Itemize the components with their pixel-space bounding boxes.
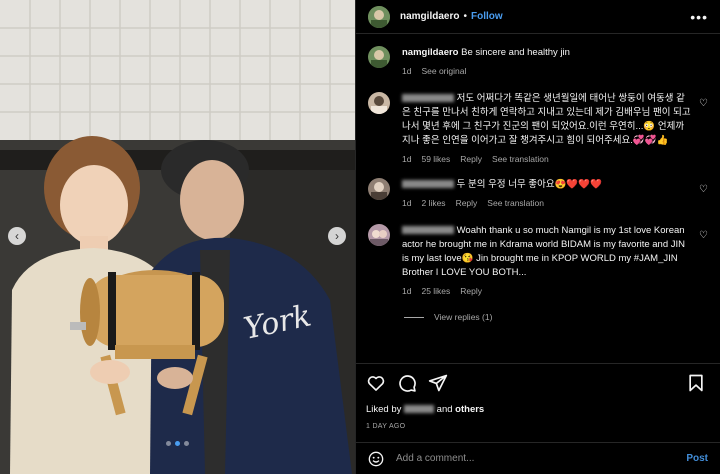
post-header: namgildaero • Follow ••• bbox=[356, 0, 720, 34]
view-replies-label: View replies (1) bbox=[434, 312, 493, 322]
chevron-right-icon[interactable]: › bbox=[328, 227, 346, 245]
comment-username-hidden[interactable] bbox=[402, 180, 454, 189]
heart-icon[interactable]: ♡ bbox=[699, 98, 708, 109]
see-original-button[interactable]: See original bbox=[421, 64, 466, 78]
see-translation-button[interactable]: See translation bbox=[487, 196, 544, 210]
avatar[interactable] bbox=[368, 5, 390, 28]
view-replies-button[interactable]: View replies (1) bbox=[404, 312, 712, 322]
see-translation-button[interactable]: See translation bbox=[492, 152, 549, 166]
heart-icon[interactable]: ♡ bbox=[699, 184, 708, 195]
caption-text: Be sincere and healthy jin bbox=[461, 47, 570, 58]
list-item: 저도 어쩌다가 똑같은 생년월일에 태어난 쌍둥이 여동생 같은 친구를 만나서… bbox=[368, 92, 712, 166]
carousel-dot bbox=[166, 441, 171, 446]
comments-list: namgildaero Be sincere and healthy jin 1… bbox=[368, 46, 712, 322]
avatar[interactable] bbox=[368, 178, 390, 200]
comment-icon[interactable] bbox=[397, 373, 417, 393]
follow-button[interactable]: Follow bbox=[471, 11, 503, 22]
comment-likes[interactable]: 2 likes bbox=[421, 196, 445, 210]
liked-by-user-hidden[interactable] bbox=[404, 405, 435, 414]
comment-likes[interactable]: 25 likes bbox=[421, 284, 450, 298]
comment-text: 두 분의 우정 너무 좋아요😍❤️❤️❤️ bbox=[456, 179, 602, 190]
more-options-icon[interactable]: ••• bbox=[690, 9, 708, 25]
post-actions: Liked by and others 1 DAY AGO bbox=[356, 363, 720, 430]
share-icon[interactable] bbox=[428, 373, 448, 393]
comment-username-hidden[interactable] bbox=[402, 226, 454, 235]
emoji-icon[interactable] bbox=[368, 451, 384, 467]
liked-by-prefix: Liked by bbox=[366, 404, 402, 415]
avatar[interactable] bbox=[368, 224, 390, 246]
comment-time: 1d bbox=[402, 286, 412, 296]
post-photo[interactable]: York ‹ › bbox=[0, 0, 355, 474]
bookmark-icon[interactable] bbox=[686, 373, 706, 393]
others-link[interactable]: others bbox=[455, 404, 484, 415]
post-username[interactable]: namgildaero bbox=[400, 11, 459, 22]
caption-time: 1d bbox=[402, 66, 412, 76]
reply-button[interactable]: Reply bbox=[460, 152, 482, 166]
avatar[interactable] bbox=[368, 46, 390, 68]
liked-by-suffix: and bbox=[436, 404, 453, 415]
comment-input[interactable] bbox=[396, 453, 687, 464]
chevron-left-icon[interactable]: ‹ bbox=[8, 227, 26, 245]
comment-time: 1d bbox=[402, 154, 412, 164]
avatar[interactable] bbox=[368, 92, 390, 114]
reply-button[interactable]: Reply bbox=[460, 284, 482, 298]
separator-dot: • bbox=[463, 11, 467, 22]
comment-username-hidden[interactable] bbox=[402, 94, 454, 103]
reply-button[interactable]: Reply bbox=[456, 196, 478, 210]
post-time: 1 DAY AGO bbox=[366, 423, 406, 430]
caption-username[interactable]: namgildaero bbox=[402, 47, 459, 58]
comment-likes[interactable]: 59 likes bbox=[421, 152, 450, 166]
list-item: 두 분의 우정 너무 좋아요😍❤️❤️❤️ 1d 2 likes Reply S… bbox=[368, 178, 712, 210]
liked-by-text: Liked by and others bbox=[366, 404, 708, 415]
heart-icon[interactable] bbox=[366, 373, 386, 393]
add-comment-bar: Post bbox=[356, 442, 720, 474]
heart-icon[interactable]: ♡ bbox=[699, 230, 708, 241]
photo-illustration: York bbox=[0, 0, 355, 474]
carousel-dot-active bbox=[175, 441, 180, 446]
post-side-panel: namgildaero • Follow ••• namgildaero Be … bbox=[355, 0, 720, 474]
carousel-indicator bbox=[0, 441, 355, 446]
list-item: Woahh thank u so much Namgil is my 1st l… bbox=[368, 224, 712, 298]
post-button[interactable]: Post bbox=[686, 453, 708, 464]
caption: namgildaero Be sincere and healthy jin 1… bbox=[368, 46, 712, 78]
comment-time: 1d bbox=[402, 198, 412, 208]
carousel-dot bbox=[184, 441, 189, 446]
replies-divider bbox=[404, 316, 424, 318]
